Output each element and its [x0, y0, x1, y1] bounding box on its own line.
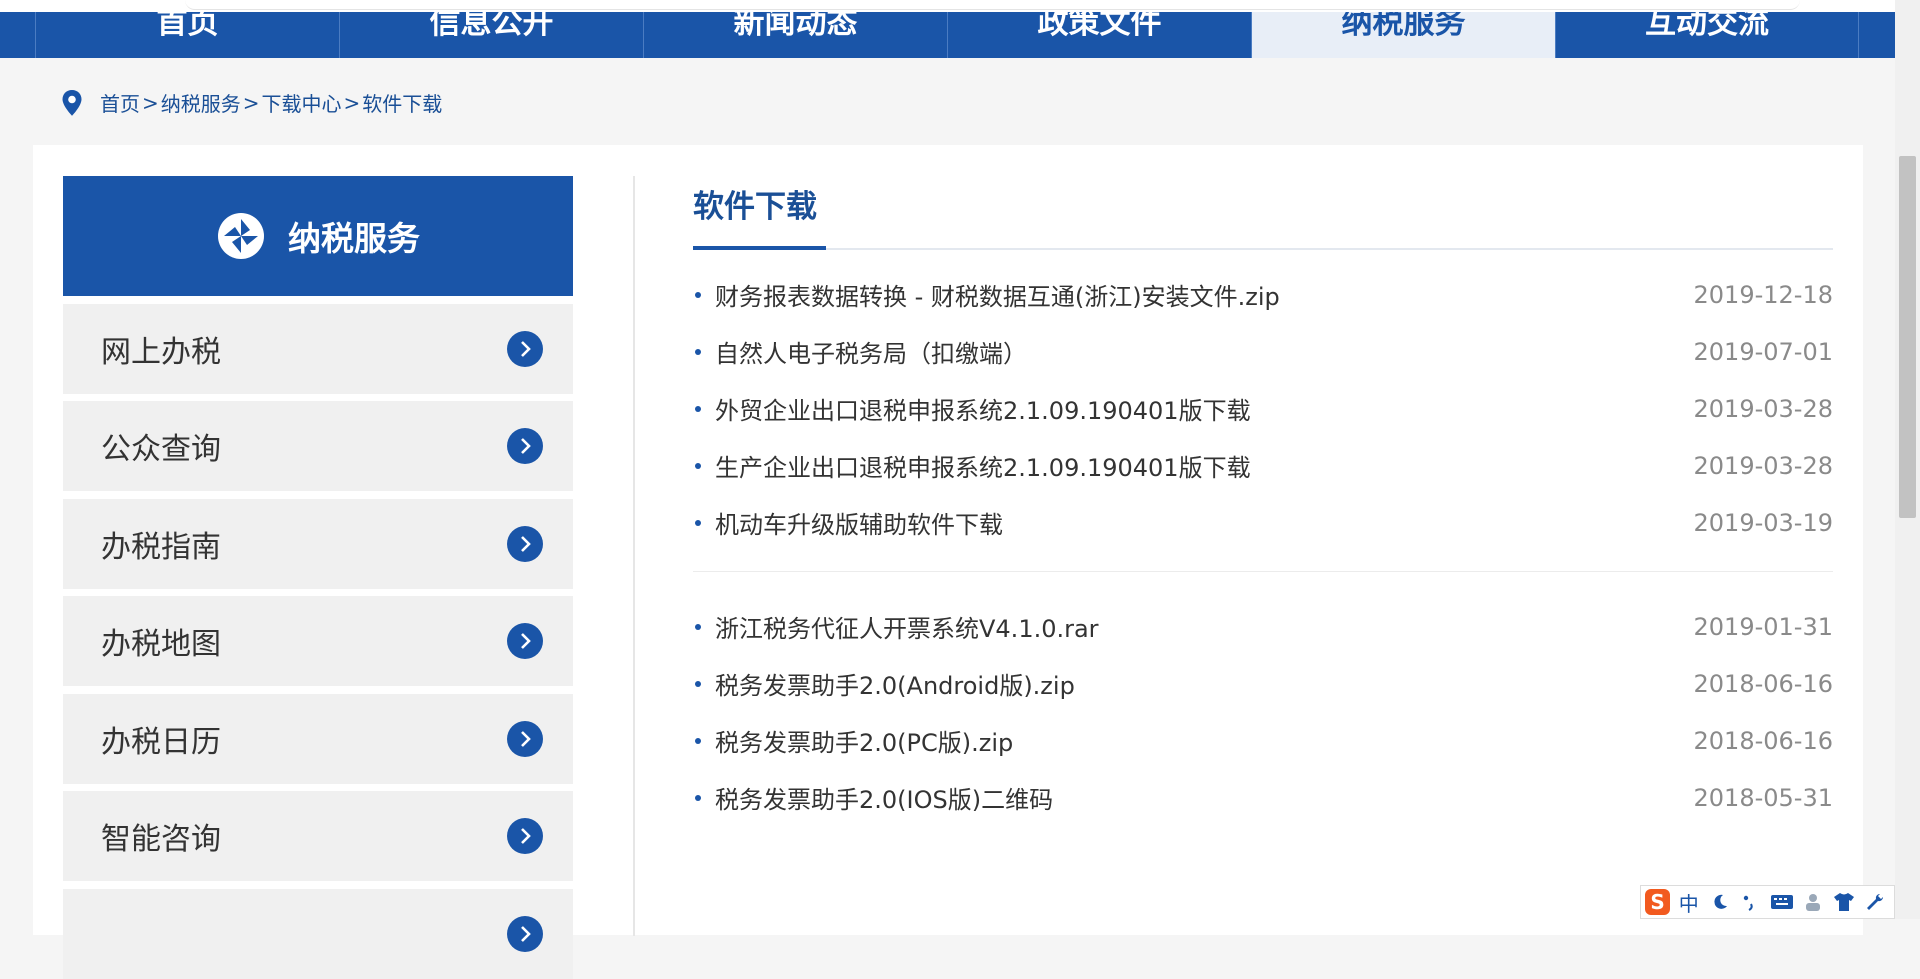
main-panel: 纳税服务 网上办税 公众查询 办税指南 办税地图 办税日历 智能咨询 软件下载 …	[33, 145, 1863, 979]
sidebar-item-online-tax[interactable]: 网上办税	[63, 304, 573, 394]
breadcrumb-separator: >	[242, 90, 260, 115]
download-link[interactable]: 生产企业出口退税申报系统2.1.09.190401版下载	[715, 448, 1694, 483]
sidebar-item-label: 网上办税	[101, 335, 221, 370]
bullet-dot	[695, 406, 701, 412]
ime-mode-toggle[interactable]: 中	[1676, 889, 1701, 916]
breadcrumb: 首页 > 纳税服务 > 下载中心 > 软件下载	[60, 88, 442, 117]
bullet-dot	[695, 681, 701, 687]
item-date: 2019-03-28	[1693, 394, 1833, 423]
chevron-right-icon	[507, 623, 543, 659]
list-item[interactable]: 财务报表数据转换 - 财税数据互通(浙江)安装文件.zip 2019-12-18	[693, 266, 1833, 323]
item-date: 2019-12-18	[1693, 280, 1833, 309]
page-scrollbar[interactable]	[1895, 0, 1920, 919]
sidebar-item-tax-calendar[interactable]: 办税日历	[63, 694, 573, 784]
chevron-right-icon	[507, 331, 543, 367]
breadcrumb-software-download[interactable]: 软件下载	[362, 88, 442, 117]
sidebar-item-tax-map[interactable]: 办税地图	[63, 596, 573, 686]
sogou-logo-icon[interactable]: S	[1645, 889, 1671, 915]
bullet-dot	[695, 463, 701, 469]
bullet-dot	[695, 349, 701, 355]
download-link[interactable]: 机动车升级版辅助软件下载	[715, 505, 1694, 540]
moon-icon[interactable]	[1707, 889, 1732, 915]
column-divider	[633, 176, 635, 936]
download-link[interactable]: 外贸企业出口退税申报系统2.1.09.190401版下载	[715, 391, 1694, 426]
list-item[interactable]: 机动车升级版辅助软件下载 2019-03-19	[693, 494, 1833, 551]
item-date: 2018-05-31	[1693, 783, 1833, 812]
breadcrumb-download-center[interactable]: 下载中心	[262, 88, 342, 117]
download-list-section: 软件下载 财务报表数据转换 - 财税数据互通(浙江)安装文件.zip 2019-1…	[693, 176, 1833, 826]
list-item[interactable]: 税务发票助手2.0(IOS版)二维码 2018-05-31	[693, 769, 1833, 826]
list-item[interactable]: 税务发票助手2.0(Android版).zip 2018-06-16	[693, 655, 1833, 712]
list-item[interactable]: 外贸企业出口退税申报系统2.1.09.190401版下载 2019-03-28	[693, 380, 1833, 437]
sidebar-item-label: 办税地图	[101, 627, 221, 662]
sidebar-item-label: 办税指南	[101, 530, 221, 565]
item-date: 2019-07-01	[1693, 337, 1833, 366]
location-pin-icon	[62, 89, 82, 116]
punctuation-icon[interactable]	[1738, 889, 1763, 915]
chevron-right-icon	[507, 428, 543, 464]
bullet-dot	[695, 520, 701, 526]
list-item[interactable]: 税务发票助手2.0(PC版).zip 2018-06-16	[693, 712, 1833, 769]
download-list-group-2: 浙江税务代征人开票系统V4.1.0.rar 2019-01-31 税务发票助手2.…	[693, 598, 1833, 826]
sidebar-header: 纳税服务	[63, 176, 573, 296]
download-link[interactable]: 税务发票助手2.0(IOS版)二维码	[715, 780, 1694, 815]
download-link[interactable]: 税务发票助手2.0(Android版).zip	[715, 666, 1694, 701]
title-underline	[693, 246, 826, 250]
chevron-right-icon	[507, 721, 543, 757]
bullet-dot	[695, 292, 701, 298]
sidebar-item-label: 公众查询	[101, 432, 221, 467]
chevron-right-icon	[507, 818, 543, 854]
breadcrumb-separator: >	[343, 90, 361, 115]
content-title-text: 软件下载	[693, 189, 817, 225]
download-list-group-1: 财务报表数据转换 - 财税数据互通(浙江)安装文件.zip 2019-12-18 …	[693, 266, 1833, 551]
sidebar-item-public-query[interactable]: 公众查询	[63, 401, 573, 491]
sidebar-item-smart-consult[interactable]: 智能咨询	[63, 791, 573, 881]
browser-toolbar-edge	[185, 0, 1800, 10]
list-item[interactable]: 自然人电子税务局（扣缴端） 2019-07-01	[693, 323, 1833, 380]
item-date: 2018-06-16	[1693, 726, 1833, 755]
bullet-dot	[695, 738, 701, 744]
download-link[interactable]: 税务发票助手2.0(PC版).zip	[715, 723, 1694, 758]
download-link[interactable]: 浙江税务代征人开票系统V4.1.0.rar	[715, 609, 1694, 644]
chevron-right-icon	[507, 526, 543, 562]
item-date: 2019-03-19	[1693, 508, 1833, 537]
bullet-dot	[695, 795, 701, 801]
content-title: 软件下载	[693, 176, 1833, 250]
item-date: 2019-03-28	[1693, 451, 1833, 480]
item-date: 2019-01-31	[1693, 612, 1833, 641]
sidebar-item-label: 智能咨询	[101, 822, 221, 857]
tax-service-logo-icon	[218, 213, 264, 259]
shirt-icon[interactable]	[1832, 889, 1857, 915]
ime-toolbar: S 中	[1640, 885, 1895, 919]
list-item[interactable]: 浙江税务代征人开票系统V4.1.0.rar 2019-01-31	[693, 598, 1833, 655]
download-link[interactable]: 财务报表数据转换 - 财税数据互通(浙江)安装文件.zip	[715, 277, 1694, 312]
list-divider	[693, 571, 1833, 572]
wrench-icon[interactable]	[1863, 889, 1888, 915]
sidebar-item-label: 办税日历	[101, 725, 221, 760]
sidebar-item-partial[interactable]	[63, 889, 573, 979]
browser-top-strip	[0, 0, 1920, 12]
list-item[interactable]: 生产企业出口退税申报系统2.1.09.190401版下载 2019-03-28	[693, 437, 1833, 494]
scrollbar-thumb[interactable]	[1899, 156, 1916, 518]
download-link[interactable]: 自然人电子税务局（扣缴端）	[715, 334, 1694, 369]
chevron-right-icon	[507, 916, 543, 952]
breadcrumb-separator: >	[142, 90, 159, 115]
breadcrumb-tax-service[interactable]: 纳税服务	[161, 88, 241, 117]
sidebar-title: 纳税服务	[288, 219, 420, 258]
bullet-dot	[695, 624, 701, 630]
sidebar-item-tax-guide[interactable]: 办税指南	[63, 499, 573, 589]
item-date: 2018-06-16	[1693, 669, 1833, 698]
user-icon[interactable]	[1801, 889, 1826, 915]
keyboard-icon[interactable]	[1770, 889, 1795, 915]
breadcrumb-home[interactable]: 首页	[100, 88, 140, 117]
